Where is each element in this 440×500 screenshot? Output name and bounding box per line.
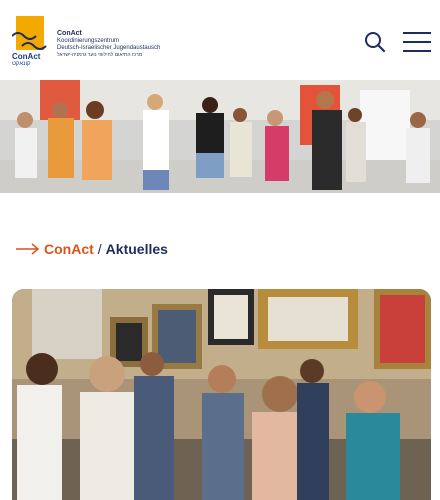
logo-title: ConAct bbox=[57, 30, 82, 37]
arrow-right-icon bbox=[16, 243, 40, 255]
conact-logo-icon bbox=[12, 16, 47, 50]
logo-hebrew-line: מרכז התיאום לחילופי נוער גרמניה-ישראל bbox=[57, 52, 143, 58]
breadcrumb: ConAct / Aktuelles bbox=[16, 239, 168, 259]
breadcrumb-current-page: Aktuelles bbox=[105, 241, 168, 257]
breadcrumb-separator: / bbox=[97, 241, 102, 257]
logo-wordmark: ConAct bbox=[12, 52, 41, 61]
article-photo bbox=[12, 289, 431, 500]
breadcrumb-home-link[interactable]: ConAct bbox=[44, 241, 94, 257]
hero-image bbox=[0, 80, 440, 193]
hero-photo bbox=[0, 80, 440, 193]
logo-subtitle: Koordinierungszentrum bbox=[57, 38, 120, 44]
menu-button[interactable] bbox=[402, 30, 432, 54]
site-header: ConAct קונאקט ConAct Koordinierungszentr… bbox=[0, 0, 440, 80]
article-image[interactable] bbox=[12, 289, 431, 500]
logo-subtitle-2: Deutsch-Israelischer Jugendaustausch bbox=[57, 45, 161, 51]
logo-text-block: ConAct Koordinierungszentrum Deutsch-Isr… bbox=[57, 30, 182, 58]
search-icon bbox=[365, 32, 386, 53]
logo-hebrew-wordmark: קונאקט bbox=[12, 61, 31, 67]
hamburger-menu-icon bbox=[403, 32, 431, 52]
search-button[interactable] bbox=[364, 31, 386, 53]
conact-logo[interactable]: ConAct קונאקט ConAct Koordinierungszentr… bbox=[12, 16, 182, 68]
